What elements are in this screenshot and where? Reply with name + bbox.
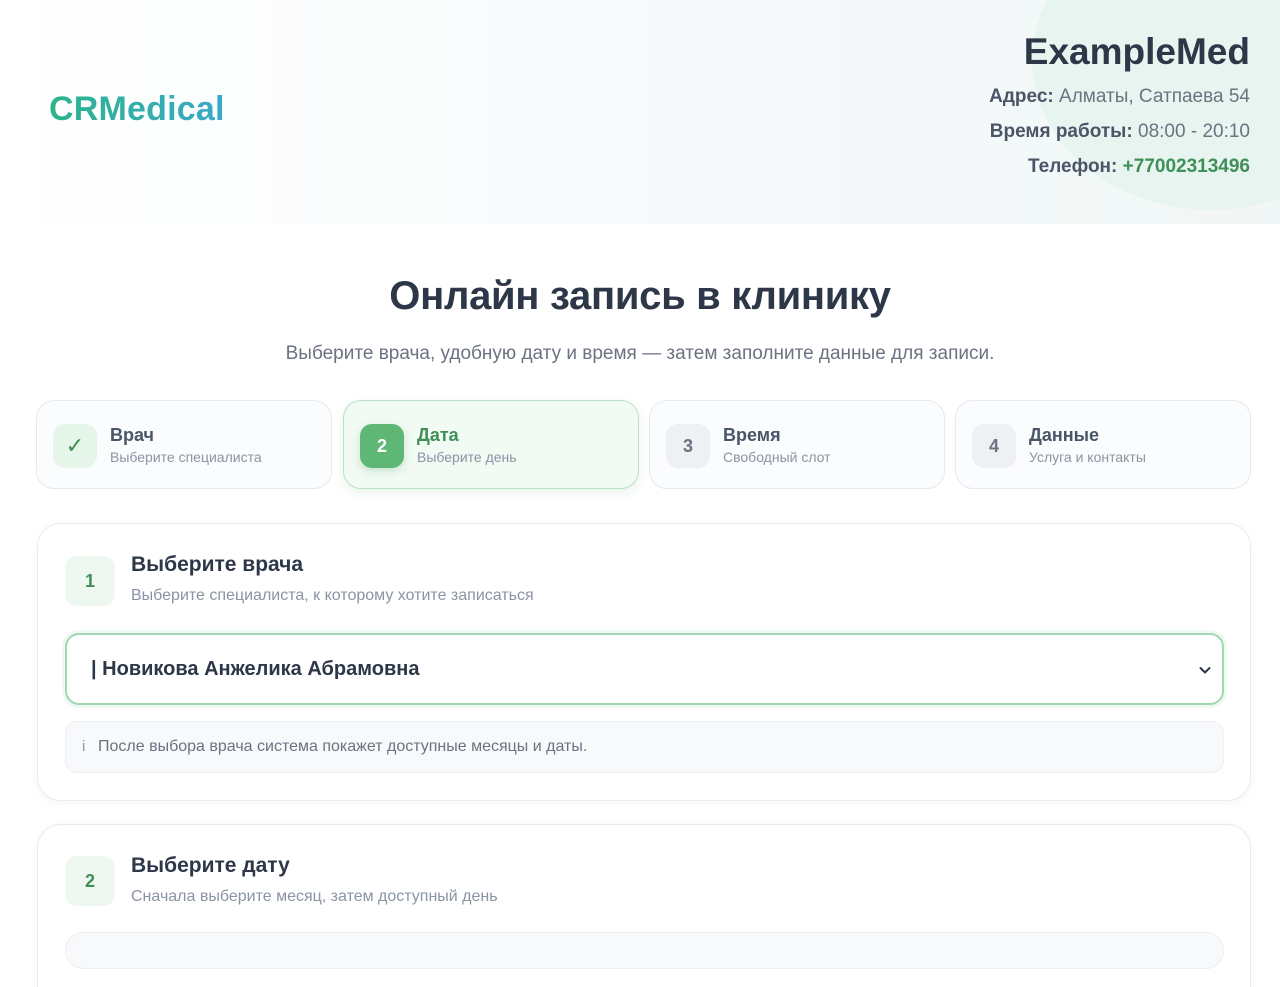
address-value: Алматы, Сатпаева 54 xyxy=(1059,86,1250,107)
site-header: CRMedical ExampleMed Адрес: Алматы, Сатп… xyxy=(0,0,1280,224)
section-number: 2 xyxy=(65,856,115,906)
step-time[interactable]: 3 Время Свободный слот xyxy=(649,400,945,489)
section-number: 1 xyxy=(65,556,115,606)
clinic-info: ExampleMed Адрес: Алматы, Сатпаева 54 Вр… xyxy=(989,30,1250,179)
step-number: 3 xyxy=(666,424,710,468)
step-subtitle: Услуга и контакты xyxy=(1029,449,1146,465)
hours-label: Время работы: xyxy=(989,121,1133,142)
clinic-phone: Телефон: +77002313496 xyxy=(989,155,1250,179)
phone-label: Телефон: xyxy=(1027,156,1118,177)
check-icon: ✓ xyxy=(53,424,97,468)
page-subtitle: Выберите врача, удобную дату и время — з… xyxy=(285,343,995,364)
step-subtitle: Выберите день xyxy=(417,449,517,465)
section-subtitle: Сначала выберите месяц, затем доступный … xyxy=(131,888,498,905)
step-details[interactable]: 4 Данные Услуга и контакты xyxy=(955,400,1251,489)
step-subtitle: Свободный слот xyxy=(723,449,831,465)
address-label: Адрес: xyxy=(989,86,1054,107)
chevron-down-icon xyxy=(1199,667,1211,674)
doctor-select[interactable]: | Новикова Анжелика Абрамовна xyxy=(65,633,1224,705)
booking-page: CRMedical ExampleMed Адрес: Алматы, Сатп… xyxy=(0,0,1280,987)
phone-link[interactable]: +77002313496 xyxy=(1123,156,1250,177)
step-title: Данные xyxy=(1029,425,1099,445)
doctor-card: 1 Выберите врача Выберите специалиста, к… xyxy=(37,523,1251,801)
info-icon: i xyxy=(82,738,86,755)
step-title: Врач xyxy=(110,425,155,445)
step-number: 2 xyxy=(360,424,404,468)
doctor-select-value: | Новикова Анжелика Абрамовна xyxy=(91,658,420,680)
hours-value: 08:00 - 20:10 xyxy=(1138,121,1250,142)
month-selector[interactable] xyxy=(65,932,1224,969)
brand-logo[interactable]: CRMedical xyxy=(49,90,225,129)
info-text: После выбора врача система покажет досту… xyxy=(98,738,588,755)
step-subtitle: Выберите специалиста xyxy=(110,449,262,465)
section-subtitle: Выберите специалиста, к которому хотите … xyxy=(131,587,534,604)
info-note: i После выбора врача система покажет дос… xyxy=(65,721,1224,773)
section-title: Выберите врача xyxy=(131,553,304,576)
section-title: Выберите дату xyxy=(131,854,290,877)
page-title: Онлайн запись в клинику xyxy=(389,274,891,318)
step-date[interactable]: 2 Дата Выберите день xyxy=(343,400,639,489)
step-doctor[interactable]: ✓ Врач Выберите специалиста xyxy=(36,400,332,489)
clinic-hours: Время работы: 08:00 - 20:10 xyxy=(989,120,1250,144)
step-title: Время xyxy=(723,425,781,445)
clinic-address: Адрес: Алматы, Сатпаева 54 xyxy=(989,85,1250,109)
date-card: 2 Выберите дату Сначала выберите месяц, … xyxy=(37,824,1251,987)
clinic-name: ExampleMed xyxy=(1023,31,1250,72)
step-title: Дата xyxy=(417,425,459,445)
step-number: 4 xyxy=(972,424,1016,468)
